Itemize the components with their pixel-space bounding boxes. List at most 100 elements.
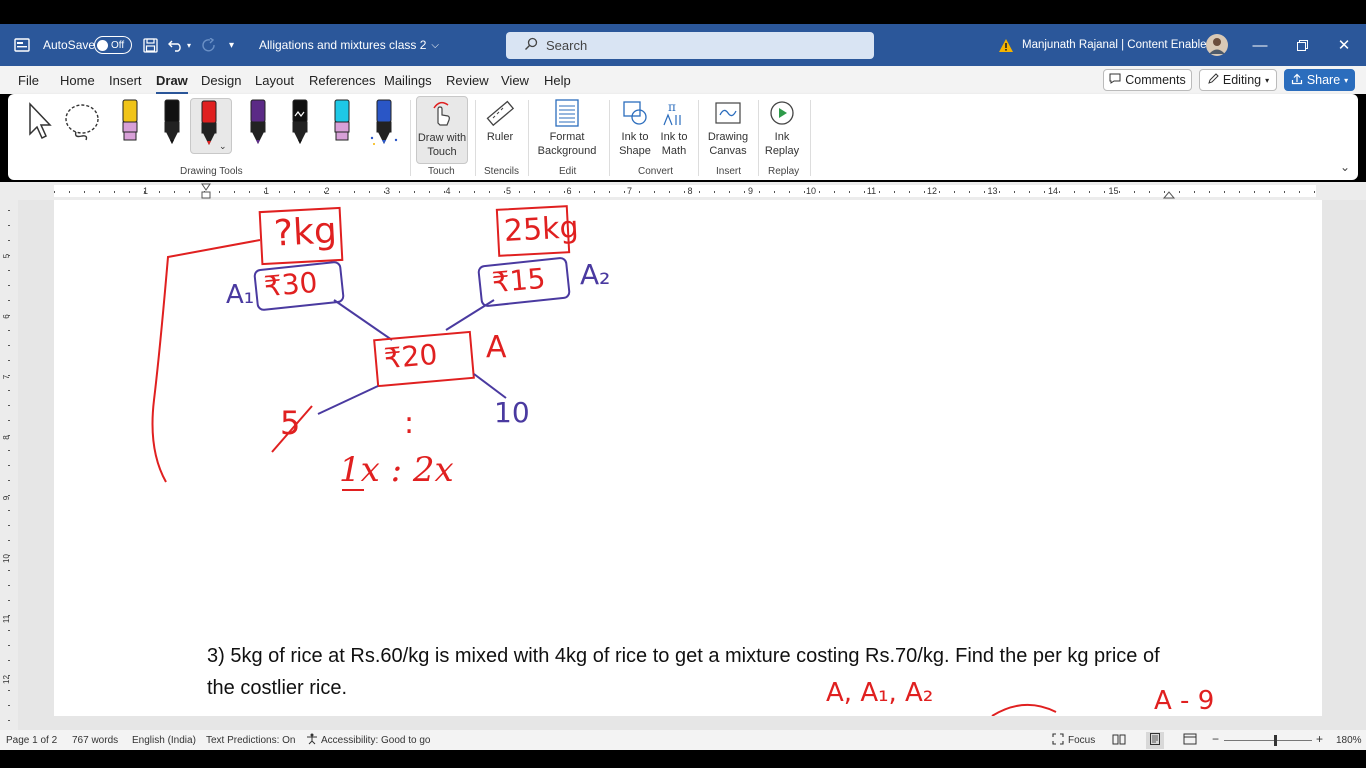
ruler-tick-label: 3 [385,186,390,196]
ruler-minor-tick [1254,191,1255,193]
accessibility-status[interactable]: Accessibility: Good to go [306,733,431,748]
vruler-minor-tick [8,510,10,511]
select-tool[interactable] [22,102,56,166]
draw-with-touch-label: Draw with Touch [417,132,467,158]
draw-with-touch-button[interactable]: Draw with Touch [416,96,468,164]
zoom-out-button[interactable]: − [1212,732,1219,746]
ruler-minor-tick [624,191,625,193]
ruler-minor-tick [504,191,505,193]
document-page[interactable]: ?kg 25kg ₹30 ₹15 A₁ A₂ ₹20 A 5 10 : 1x :… [54,200,1322,716]
comments-button[interactable]: Comments [1103,69,1192,91]
ruler-tick-label: 2 [324,186,329,196]
collapse-ribbon-icon[interactable]: ⌄ [1340,160,1350,174]
pen-1[interactable] [112,98,148,152]
ink-to-shape-button[interactable]: Ink to Shape [614,96,656,160]
document-title[interactable]: Alligations and mixtures class 2 ⌵ [259,24,439,66]
tab-references[interactable]: References [309,73,375,88]
user-name[interactable]: Manjunath Rajanal | Content Enablers [1022,24,1216,66]
search-box[interactable]: Search [506,32,874,59]
minimize-icon[interactable]: — [1240,24,1280,66]
ink-to-math-button[interactable]: π Ink to Math [656,96,692,160]
accessibility-label: Accessibility: Good to go [321,735,431,746]
ruler-minor-tick [1179,191,1180,193]
group-label-drawing-tools: Drawing Tools [180,166,243,177]
ink-bracket [151,239,261,483]
ruler-minor-tick [759,191,760,193]
ruler-minor-tick [999,191,1000,193]
zoom-level[interactable]: 180% [1336,735,1362,746]
group-label-edit: Edit [559,166,577,177]
vruler-minor-tick [8,330,10,331]
ruler-tick-label: 6 [566,186,571,196]
drawing-canvas-button[interactable]: Drawing Canvas [702,96,754,160]
undo-icon[interactable]: ▾ [168,24,191,66]
ruler-minor-tick [384,191,385,193]
tab-home[interactable]: Home [60,73,95,88]
tab-layout[interactable]: Layout [255,73,294,88]
ruler-icon [485,96,515,130]
word-logo-icon[interactable] [14,24,30,66]
ruler-minor-tick [789,191,790,193]
ruler-ticks: 1 1 2 3 4 5 6 7 8 9 10 11 12 13 14 15 [54,183,1316,199]
ruler-minor-tick [129,191,130,193]
ruler-minor-tick [399,191,400,193]
vertical-ruler[interactable]: 5 6 7 8 9 10 11 12 [0,200,18,730]
tab-draw[interactable]: Draw [156,73,188,94]
lined-paper-icon [553,96,581,130]
tab-help[interactable]: Help [544,73,571,88]
lasso-select-tool[interactable] [62,102,102,166]
format-background-button[interactable]: Format Background [530,96,604,160]
tab-mailings[interactable]: Mailings [384,73,432,88]
text-predictions-status[interactable]: Text Predictions: On [206,735,295,746]
vruler-tick-label: 7 [2,374,11,379]
vruler-tick-label: 10 [2,554,11,563]
comments-label: Comments [1125,73,1186,87]
ruler-tick-label: 15 [1108,186,1118,196]
tab-insert[interactable]: Insert [109,73,142,88]
zoom-slider[interactable] [1224,740,1312,741]
zoom-in-button[interactable]: + [1316,732,1323,746]
pen-3[interactable]: ⌄ [190,98,232,154]
vruler-minor-tick [8,720,10,721]
tab-file[interactable]: File [18,73,39,88]
pen-6[interactable] [324,98,360,152]
ink-connector [333,299,393,341]
chevron-down-icon: ▾ [1344,75,1349,85]
language-status[interactable]: English (India) [132,735,196,746]
tab-review[interactable]: Review [446,73,489,88]
close-icon[interactable]: ✕ [1324,24,1364,66]
ink-label-a2: A₂ [580,258,611,291]
redo-icon[interactable] [201,24,217,66]
avatar[interactable] [1206,24,1228,66]
ruler-minor-tick [1314,191,1315,193]
web-layout-icon[interactable] [1183,733,1197,748]
ruler-button[interactable]: Ruler [482,96,518,160]
ribbon: ⌄ Drawing Tools Draw with Touch Touch Ru… [8,94,1358,180]
autosave-toggle[interactable]: Off [94,24,132,66]
restore-icon[interactable] [1282,24,1322,66]
ink-replay-button[interactable]: Ink Replay [762,96,802,160]
read-mode-icon[interactable] [1112,733,1126,748]
print-layout-icon[interactable] [1146,732,1164,749]
bottom-letterbox [0,750,1366,768]
tab-view[interactable]: View [501,73,529,88]
page-count[interactable]: Page 1 of 2 [6,735,57,746]
share-button[interactable]: Share ▾ [1284,69,1355,91]
horizontal-ruler[interactable]: 1 1 2 3 4 5 6 7 8 9 10 11 12 13 14 15 [0,182,1366,200]
warning-icon[interactable] [998,24,1014,66]
focus-button[interactable]: Focus [1052,733,1095,748]
save-icon[interactable] [143,24,158,66]
pen-2[interactable] [154,98,190,152]
customize-qat-icon[interactable]: ▾ [229,24,234,66]
editing-mode-button[interactable]: Editing ▾ [1199,69,1277,91]
pen-7[interactable] [366,98,402,152]
ruler-tick-label: 8 [687,186,692,196]
vruler-ticks: 56789101112 [2,210,11,721]
vruler-minor-tick [8,285,10,286]
pen-5[interactable] [282,98,318,152]
ruler-tick-label: 10 [806,186,816,196]
zoom-slider-thumb[interactable] [1274,735,1277,746]
word-count[interactable]: 767 words [72,735,118,746]
pen-4[interactable] [240,98,276,152]
tab-design[interactable]: Design [201,73,241,88]
